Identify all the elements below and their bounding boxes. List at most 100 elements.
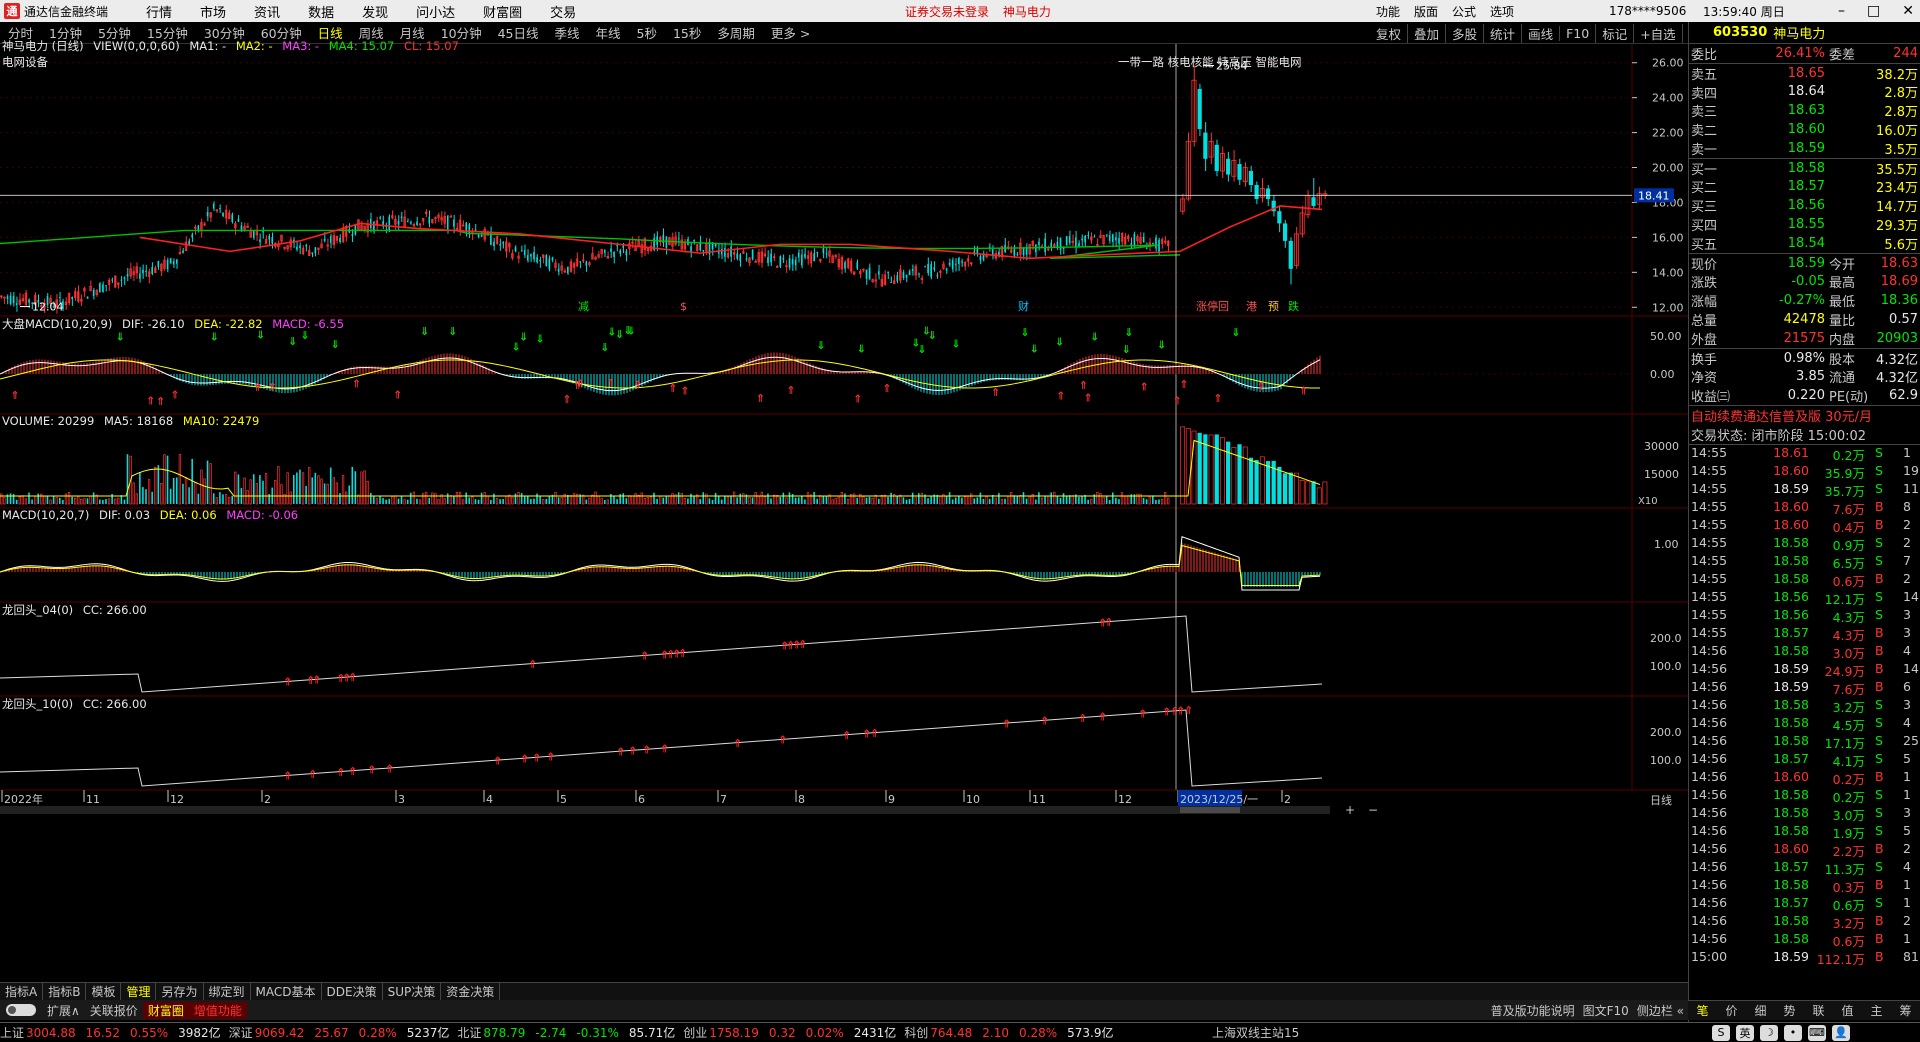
ask-row[interactable]: 卖四 18.64 2.8万 <box>1689 83 1920 101</box>
tick-row[interactable]: 14:55 18.57 4.3万 B 3 <box>1689 625 1920 643</box>
indicator-tab-3[interactable]: 管理 <box>121 983 157 1000</box>
bid-row[interactable]: 买五 18.54 5.6万 <box>1689 234 1920 253</box>
chart-tool-1[interactable]: 叠加 <box>1407 23 1445 43</box>
chart-tool-5[interactable]: F10 <box>1559 25 1595 41</box>
tick-row[interactable]: 14:56 18.58 4.5万 S 4 <box>1689 715 1920 733</box>
quote-tab-3[interactable]: 势 <box>1775 1002 1804 1019</box>
quote-tab-5[interactable]: 值 <box>1833 1002 1862 1019</box>
extension-tab-2[interactable]: 财富圈 <box>142 1001 189 1019</box>
login-notice[interactable]: 证券交易未登录 <box>905 5 989 19</box>
menu-item-zixun[interactable]: 资讯 <box>240 2 294 21</box>
minimize-icon[interactable]: – <box>1838 3 1845 19</box>
indicator-tab-4[interactable]: 另存为 <box>156 983 204 1000</box>
menu-item-jiaoyi[interactable]: 交易 <box>536 2 590 21</box>
close-icon[interactable]: ✕ <box>1902 3 1914 19</box>
ime-icon-3[interactable]: • <box>1784 1024 1802 1041</box>
tool-banmian[interactable]: 版面 <box>1414 3 1438 20</box>
menu-item-faxian[interactable]: 发现 <box>348 2 402 21</box>
right-link-1[interactable]: 图文F10 <box>1579 1002 1633 1019</box>
menu-item-shuju[interactable]: 数据 <box>294 2 348 21</box>
toggle-switch[interactable] <box>6 1004 36 1016</box>
tick-row[interactable]: 15:00 18.59 112.1万 B 81 <box>1689 949 1920 967</box>
tick-row[interactable]: 14:55 18.56 12.1万 S 14 <box>1689 589 1920 607</box>
extension-tab-0[interactable]: 扩展∧ <box>42 1002 85 1019</box>
tool-xuanxiang[interactable]: 选项 <box>1490 3 1514 20</box>
tick-row[interactable]: 14:56 18.58 3.0万 S 3 <box>1689 805 1920 823</box>
tick-row[interactable]: 14:56 18.58 1.9万 S 5 <box>1689 823 1920 841</box>
ad-banner[interactable]: 自动续费通达信普及版 30元/月 <box>1689 405 1920 426</box>
indicator-tab-2[interactable]: 模板 <box>86 983 122 1000</box>
chart-tool-0[interactable]: 复权 <box>1370 24 1407 43</box>
tick-row[interactable]: 14:55 18.56 4.3万 S 3 <box>1689 607 1920 625</box>
indicator-tab-6[interactable]: MACD基本 <box>251 983 322 1000</box>
tick-row[interactable]: 14:56 18.58 0.3万 B 1 <box>1689 877 1920 895</box>
indicator-tab-7[interactable]: DDE决策 <box>322 983 383 1000</box>
extension-tab-1[interactable]: 关联报价 <box>85 1002 143 1019</box>
chart-canvas[interactable]: 26.0024.0022.0020.0018.0016.0014.0012.00… <box>0 44 1688 968</box>
bid-row[interactable]: 买四 18.55 29.3万 <box>1689 215 1920 234</box>
tick-row[interactable]: 14:55 18.60 0.4万 B 2 <box>1689 517 1920 535</box>
chart-tool-6[interactable]: 标记 <box>1595 23 1633 43</box>
index-bj[interactable]: 北证 878.79 -2.74 -0.31% 85.71亿 <box>457 1024 675 1041</box>
tick-row[interactable]: 14:56 18.57 4.1万 S 5 <box>1689 751 1920 769</box>
chart-tool-4[interactable]: 画线 <box>1521 23 1559 43</box>
quote-tab-7[interactable]: 筹 <box>1891 1002 1920 1019</box>
quote-tab-4[interactable]: 联 <box>1804 1002 1833 1019</box>
quote-tab-1[interactable]: 价 <box>1717 1002 1746 1019</box>
menu-item-shichang[interactable]: 市场 <box>186 2 240 21</box>
ime-icon-1[interactable]: 英 <box>1736 1024 1754 1041</box>
index-cy[interactable]: 创业 1758.19 0.32 0.02% 2431亿 <box>683 1024 896 1041</box>
tool-gongneng[interactable]: 功能 <box>1376 3 1400 20</box>
index-sz[interactable]: 深证 9069.42 25.67 0.28% 5237亿 <box>229 1024 450 1041</box>
indicator-tab-0[interactable]: 指标A <box>0 983 44 1000</box>
tick-row[interactable]: 14:56 18.58 17.1万 S 25 <box>1689 733 1920 751</box>
tick-row[interactable]: 14:56 18.60 2.2万 B 2 <box>1689 841 1920 859</box>
tick-row[interactable]: 14:56 18.58 3.2万 S 3 <box>1689 697 1920 715</box>
ask-row[interactable]: 卖五 18.65 38.2万 <box>1689 64 1920 83</box>
tool-gongshi[interactable]: 公式 <box>1452 3 1476 20</box>
indicator-tab-5[interactable]: 绑定到 <box>204 983 251 1000</box>
tick-row[interactable]: 14:56 18.59 7.6万 B 6 <box>1689 679 1920 697</box>
indicator-tab-8[interactable]: SUP决策 <box>383 983 442 1000</box>
kline-chart[interactable]: 26.00 24.00 22.00 20.00 18.00 16.00 14.00 12.00… <box>0 39 1688 968</box>
tick-row[interactable]: 14:56 18.58 0.6万 B 1 <box>1689 931 1920 949</box>
period-13[interactable]: 5秒 <box>629 23 665 42</box>
tick-row[interactable]: 14:56 18.59 24.9万 B 14 <box>1689 661 1920 679</box>
tick-row[interactable]: 14:55 18.60 7.6万 B 8 <box>1689 499 1920 517</box>
menu-item-caifuquan[interactable]: 财富圈 <box>469 2 536 21</box>
tick-row[interactable]: 14:55 18.58 6.5万 S 7 <box>1689 553 1920 571</box>
tick-row[interactable]: 14:56 18.58 0.2万 S 1 <box>1689 787 1920 805</box>
user-account[interactable]: 178****9506 <box>1609 4 1686 18</box>
index-kc[interactable]: 科创 764.48 2.10 0.28% 573.9亿 <box>904 1024 1113 1041</box>
tick-row[interactable]: 14:56 18.57 11.3万 S 4 <box>1689 859 1920 877</box>
server-name[interactable]: 上海双线主站15 <box>1212 1024 1299 1041</box>
tick-row[interactable]: 14:56 18.58 3.2万 B 2 <box>1689 913 1920 931</box>
indicator-tab-9[interactable]: 资金决策 <box>441 983 501 1000</box>
tick-row[interactable]: 14:55 18.59 35.7万 S 11 <box>1689 481 1920 499</box>
quote-tab-0[interactable]: 笔 <box>1688 1002 1717 1019</box>
tick-row[interactable]: 14:56 18.57 0.6万 S 1 <box>1689 895 1920 913</box>
right-link-2[interactable]: 侧边栏 « <box>1633 1002 1688 1019</box>
extension-tab-3[interactable]: 增值功能 <box>188 1001 247 1019</box>
bid-row[interactable]: 买三 18.56 14.7万 <box>1689 196 1920 215</box>
tick-row[interactable]: 14:55 18.58 0.9万 S 2 <box>1689 535 1920 553</box>
indicator-tab-1[interactable]: 指标B <box>43 983 87 1000</box>
tick-row[interactable]: 14:55 18.58 0.6万 B 2 <box>1689 571 1920 589</box>
chart-tool-2[interactable]: 多股 <box>1445 23 1483 43</box>
ime-icon-2[interactable]: ☽ <box>1760 1024 1778 1041</box>
index-sh[interactable]: 上证 3004.88 16.52 0.55% 3982亿 <box>0 1024 221 1041</box>
bid-row[interactable]: 买一 18.58 35.5万 <box>1689 159 1920 178</box>
chart-tool-3[interactable]: 统计 <box>1483 23 1521 43</box>
ime-icon-0[interactable]: S <box>1712 1024 1730 1041</box>
tick-row[interactable]: 14:56 18.58 3.0万 B 4 <box>1689 643 1920 661</box>
ime-icon-5[interactable]: 👤 <box>1832 1024 1850 1041</box>
tick-list[interactable]: 14:55 18.61 0.2万 S 1 14:55 18.60 35.9万 S 19 14:55 1… <box>1689 445 1920 967</box>
tick-row[interactable]: 14:55 18.61 0.2万 S 1 <box>1689 445 1920 463</box>
right-link-0[interactable]: 普及版功能说明 <box>1487 1002 1579 1019</box>
menu-item-wenxiaoda[interactable]: 问小达 <box>402 2 469 21</box>
tick-row[interactable]: 14:56 18.60 0.2万 B 1 <box>1689 769 1920 787</box>
period-14[interactable]: 15秒 <box>665 23 709 42</box>
period-12[interactable]: 年线 <box>588 23 629 42</box>
quote-tab-2[interactable]: 细 <box>1746 1002 1775 1019</box>
ask-row[interactable]: 卖三 18.63 2.8万 <box>1689 101 1920 120</box>
